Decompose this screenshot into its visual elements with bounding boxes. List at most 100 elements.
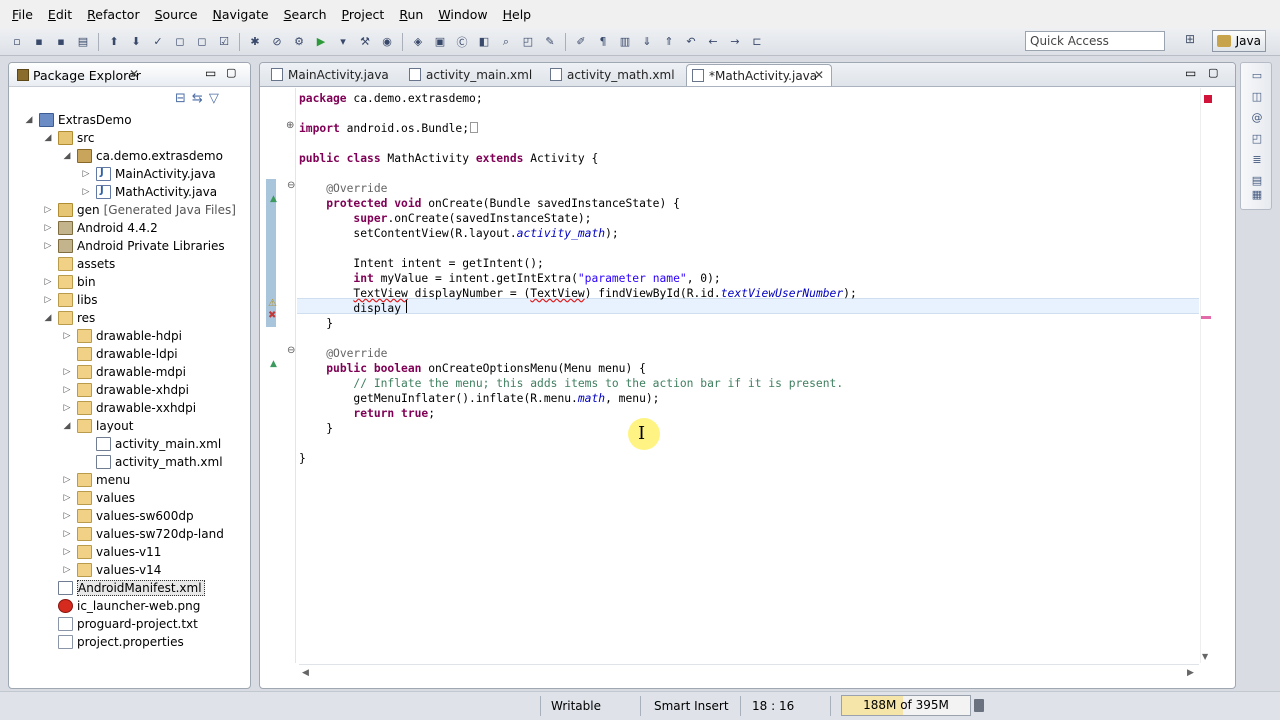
tree-item-mainactivity-java[interactable]: ▷ MainActivity.java: [80, 165, 216, 183]
menu-source[interactable]: Source: [149, 7, 204, 22]
new-class-icon[interactable]: Ⓒ: [453, 34, 471, 50]
debug-icon[interactable]: ✱: [246, 34, 264, 50]
open-type-icon[interactable]: ◧: [475, 34, 493, 50]
tree-item-ic-launcher-web-png[interactable]: ic_launcher-web.png: [42, 597, 200, 615]
annotation-icon[interactable]: ✎: [541, 34, 559, 50]
minimize-icon[interactable]: ▭: [1185, 66, 1196, 80]
tab-activity-main-xml[interactable]: activity_main.xml: [404, 64, 544, 86]
menu-refactor[interactable]: Refactor: [81, 7, 145, 22]
tree-item-androidmanifest-xml[interactable]: AndroidManifest.xml: [42, 579, 205, 597]
tree-item-values-v14[interactable]: ▷ values-v14: [61, 561, 161, 579]
folded-marker[interactable]: [470, 122, 479, 133]
new-icon[interactable]: ▫: [8, 34, 26, 50]
tree-item-drawable-xhdpi[interactable]: ▷ drawable-xhdpi: [61, 381, 189, 399]
tree-item-layout[interactable]: ◢ layout: [61, 417, 133, 435]
tree-item-bin[interactable]: ▷ bin: [42, 273, 96, 291]
tree-item-values-sw720dp-land[interactable]: ▷ values-sw720dp-land: [61, 525, 224, 543]
open-perspective-icon[interactable]: ⊞: [1181, 32, 1199, 50]
checklist-icon[interactable]: ☑: [215, 34, 233, 50]
link-with-editor-icon[interactable]: ⇆: [192, 91, 203, 106]
javadoc-icon[interactable]: @: [1250, 111, 1264, 125]
scroll-left-icon[interactable]: ◀: [302, 668, 309, 678]
problems-icon[interactable]: ◫: [1250, 90, 1264, 104]
collapsed-twisty-icon[interactable]: ▷: [61, 493, 73, 503]
fold-icon[interactable]: ⊖: [287, 345, 295, 356]
tab-mathactivity-java[interactable]: *MathActivity.java: [686, 64, 832, 86]
tree-item-values-sw600dp[interactable]: ▷ values-sw600dp: [61, 507, 194, 525]
expanded-twisty-icon[interactable]: ◢: [61, 421, 73, 431]
view-menu-icon[interactable]: ▽: [209, 91, 219, 106]
tree-item-drawable-ldpi[interactable]: drawable-ldpi: [61, 345, 178, 363]
collapsed-twisty-icon[interactable]: ▷: [61, 565, 73, 575]
overview-ruler[interactable]: ▼: [1200, 88, 1214, 663]
pin-editor-icon[interactable]: ⊏: [748, 34, 766, 50]
tree-item-android-4-4-2[interactable]: ▷ Android 4.4.2: [42, 219, 158, 237]
scroll-down-icon[interactable]: ▼: [1202, 652, 1208, 661]
restore-icon[interactable]: ▭: [1250, 69, 1264, 83]
maximize-icon[interactable]: ▢: [226, 66, 236, 79]
block-selection-icon[interactable]: ▥: [616, 34, 634, 50]
menu-search[interactable]: Search: [278, 7, 333, 22]
last-edit-icon[interactable]: ↶: [682, 34, 700, 50]
close-icon[interactable]: ✕: [129, 67, 139, 81]
tree-item-values-v11[interactable]: ▷ values-v11: [61, 543, 161, 561]
print-icon[interactable]: ▤: [74, 34, 92, 50]
run-icon[interactable]: ▶: [312, 34, 330, 50]
tree-item-android-private-libraries[interactable]: ▷ Android Private Libraries: [42, 237, 225, 255]
show-whitespace-icon[interactable]: ¶: [594, 34, 612, 50]
heap-status[interactable]: 188M of 395M: [841, 695, 971, 716]
tree-item-res[interactable]: ◢ res: [42, 309, 95, 327]
tree-item-src[interactable]: ◢ src: [42, 129, 95, 147]
collapsed-twisty-icon[interactable]: ▷: [61, 367, 73, 377]
forward-icon[interactable]: →: [726, 34, 744, 50]
menu-navigate[interactable]: Navigate: [207, 7, 275, 22]
back-icon[interactable]: ←: [704, 34, 722, 50]
garbage-collect-icon[interactable]: [974, 699, 984, 712]
previous-annotation-icon[interactable]: ⇑: [660, 34, 678, 50]
debug-run-icon[interactable]: ⚙: [290, 34, 308, 50]
tab-activity-math-xml[interactable]: activity_math.xml: [545, 64, 685, 86]
avd-manager-icon[interactable]: ⬇: [127, 34, 145, 50]
expanded-twisty-icon[interactable]: ◢: [23, 115, 35, 125]
save-all-icon[interactable]: ▪: [52, 34, 70, 50]
collapsed-twisty-icon[interactable]: ▷: [61, 385, 73, 395]
tree-item-project-properties[interactable]: project.properties: [42, 633, 184, 651]
expanded-twisty-icon[interactable]: ◢: [42, 133, 54, 143]
tree-item-activity-main-xml[interactable]: activity_main.xml: [80, 435, 221, 453]
collapsed-twisty-icon[interactable]: ▷: [80, 169, 92, 179]
tree-item-drawable-mdpi[interactable]: ▷ drawable-mdpi: [61, 363, 186, 381]
horizontal-scrollbar[interactable]: ◀ ▶: [299, 664, 1199, 680]
collapsed-twisty-icon[interactable]: ▷: [80, 187, 92, 197]
collapsed-twisty-icon[interactable]: ▷: [42, 205, 54, 215]
fold-icon[interactable]: ⊖: [287, 180, 295, 191]
tree-item-values[interactable]: ▷ values: [61, 489, 135, 507]
run-dropdown-icon[interactable]: ▾: [334, 34, 352, 50]
collapsed-twisty-icon[interactable]: ▷: [61, 511, 73, 521]
tree-item-libs[interactable]: ▷ libs: [42, 291, 98, 309]
expanded-twisty-icon[interactable]: ◢: [61, 151, 73, 161]
skip-breakpoints-icon[interactable]: ⊘: [268, 34, 286, 50]
lint-icon[interactable]: ✓: [149, 34, 167, 50]
maximize-icon[interactable]: ▢: [1208, 66, 1218, 79]
menu-edit[interactable]: Edit: [42, 7, 78, 22]
android-sdk-icon[interactable]: ⬆: [105, 34, 123, 50]
tree-item-drawable-hdpi[interactable]: ▷ drawable-hdpi: [61, 327, 182, 345]
error-overview-icon[interactable]: [1204, 95, 1212, 103]
java-perspective-button[interactable]: Java: [1212, 30, 1266, 52]
menu-file[interactable]: File: [6, 7, 39, 22]
collapsed-twisty-icon[interactable]: ▷: [42, 277, 54, 287]
new-android-project-icon[interactable]: ◻: [171, 34, 189, 50]
menu-help[interactable]: Help: [497, 7, 538, 22]
console-icon[interactable]: ▤: [1250, 174, 1264, 188]
collapsed-twisty-icon[interactable]: ▷: [42, 295, 54, 305]
collapsed-twisty-icon[interactable]: ▷: [61, 475, 73, 485]
menu-window[interactable]: Window: [432, 7, 493, 22]
tree-item-drawable-xxhdpi[interactable]: ▷ drawable-xxhdpi: [61, 399, 196, 417]
new-package-icon[interactable]: ▣: [431, 34, 449, 50]
tree-item-proguard-project-txt[interactable]: proguard-project.txt: [42, 615, 198, 633]
coverage-icon[interactable]: ◉: [378, 34, 396, 50]
collapsed-twisty-icon[interactable]: ▷: [61, 331, 73, 341]
collapsed-twisty-icon[interactable]: ▷: [61, 547, 73, 557]
search-icon[interactable]: ⌕: [497, 34, 515, 50]
collapse-all-icon[interactable]: ⊟: [175, 91, 186, 106]
